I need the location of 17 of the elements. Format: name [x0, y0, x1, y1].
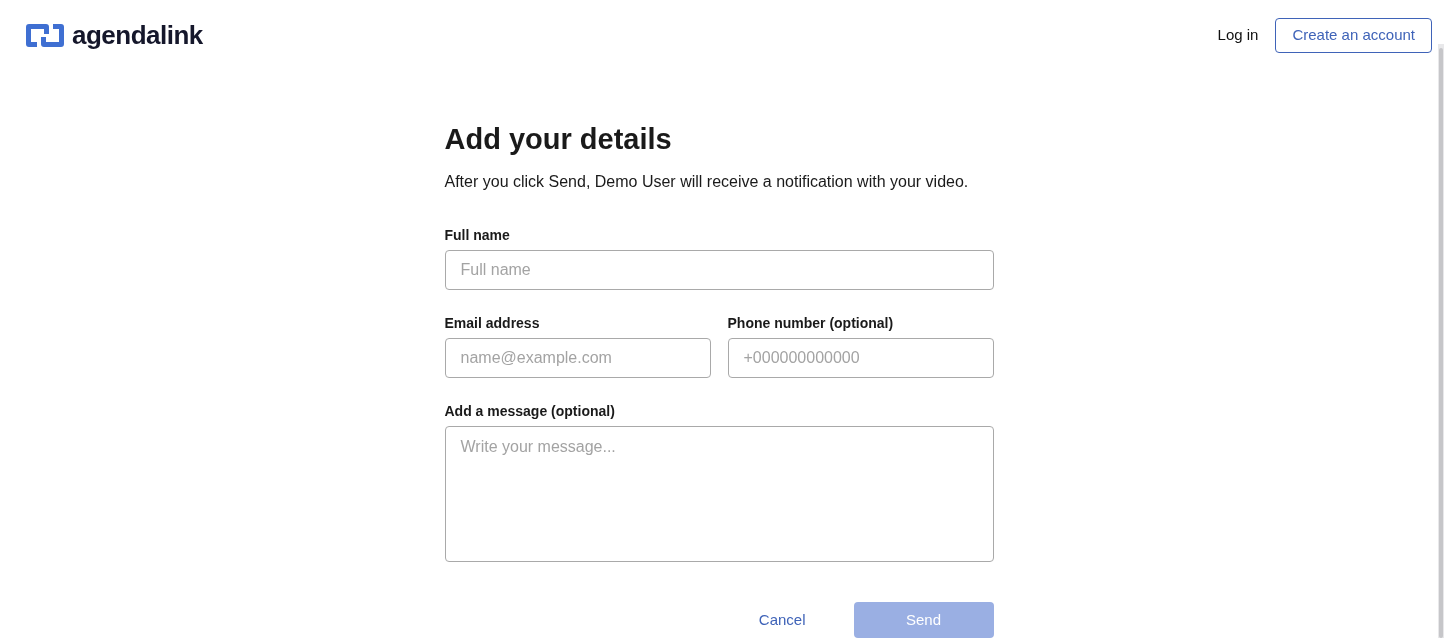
- input-field[interactable]: +000000000000: [727, 338, 994, 378]
- create-account-button[interactable]: Create an account: [1275, 17, 1432, 53]
- cancel-button[interactable]: Cancel: [758, 610, 806, 630]
- input-field[interactable]: Full name: [444, 250, 994, 290]
- message-field[interactable]: Write your message...: [444, 426, 994, 562]
- logo-wordmark[interactable]: agendalink: [72, 20, 203, 50]
- logo-icon: [26, 23, 64, 47]
- field-label: Phone number (optional): [727, 314, 895, 333]
- scrollbar-track[interactable]: [1438, 44, 1444, 638]
- form-subtitle: After you click Send, Demo User will receive a notification with your video.: [444, 172, 970, 192]
- field-label: Add a message (optional): [444, 402, 616, 421]
- login-link[interactable]: Log in: [1217, 25, 1259, 45]
- field-label: Full name: [444, 226, 511, 245]
- field-label: Email address: [444, 314, 541, 333]
- form-title: Add your details: [444, 122, 673, 156]
- input-field[interactable]: name@example.com: [444, 338, 711, 378]
- scrollbar-thumb[interactable]: [1439, 48, 1443, 638]
